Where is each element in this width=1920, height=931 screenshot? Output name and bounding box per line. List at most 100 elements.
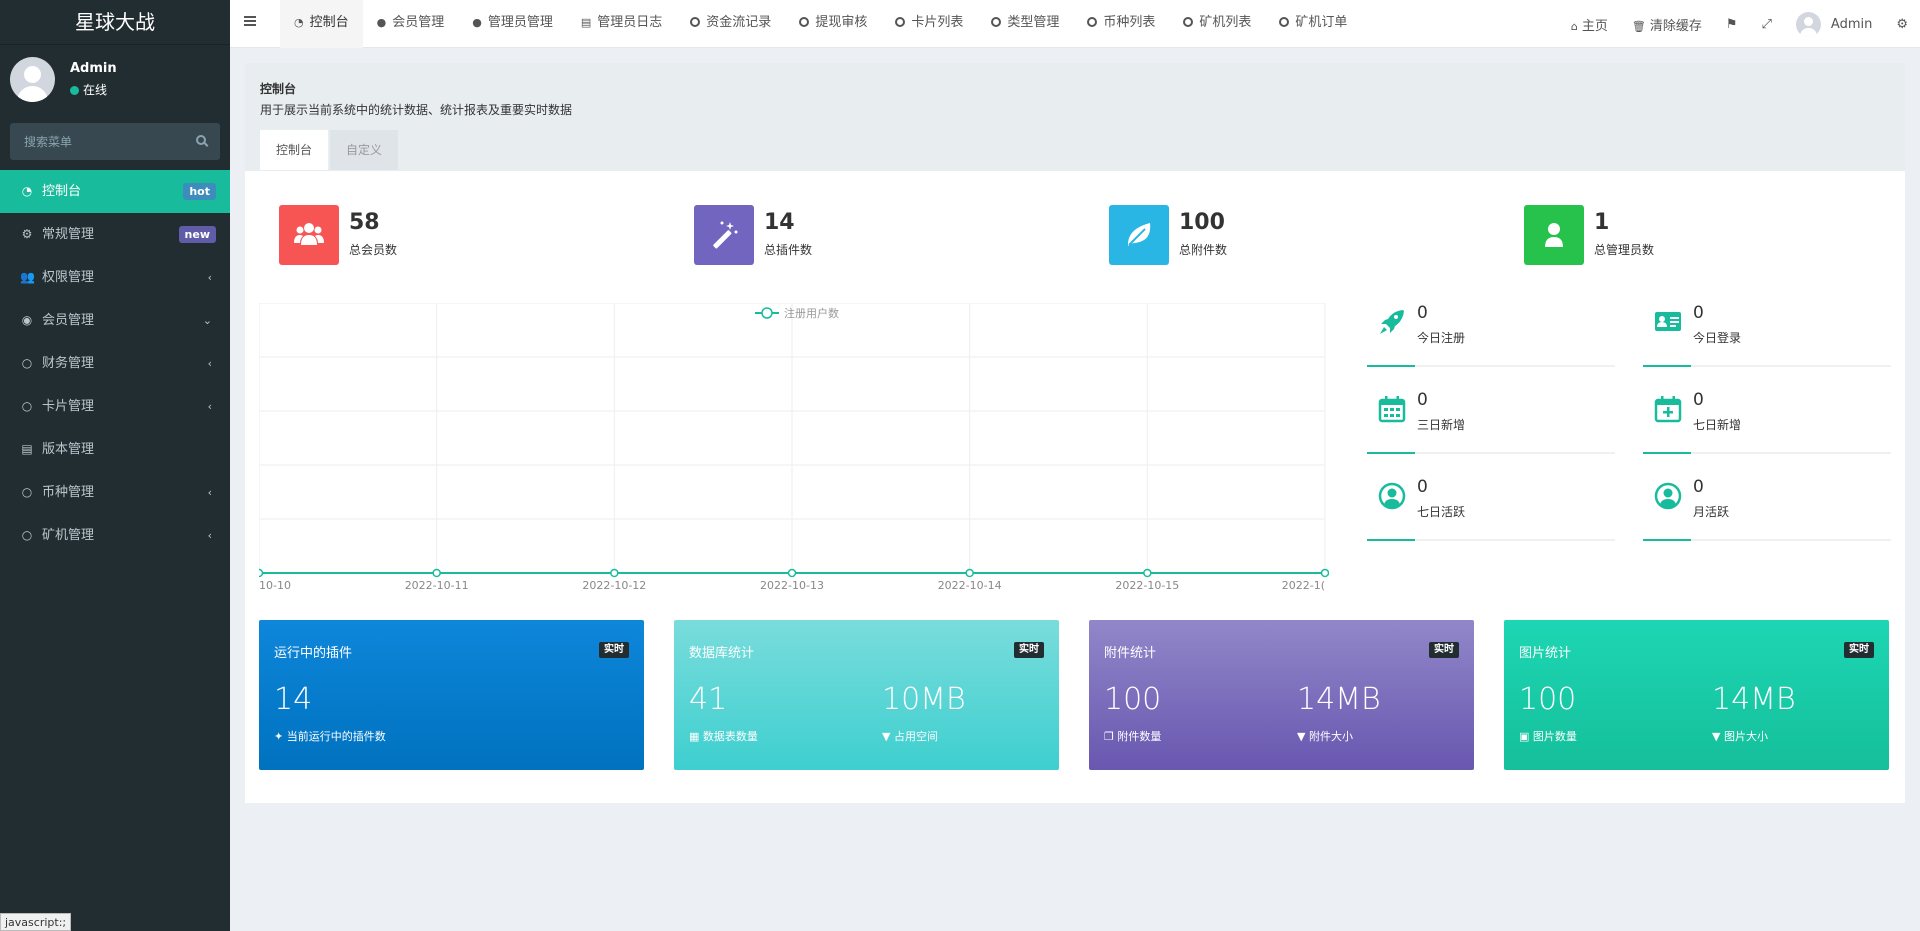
x-tick-label: 2022-10-11 [405,579,469,592]
menu-search-input[interactable] [10,123,220,160]
sidebar-item-auth[interactable]: 👥 权限管理 ‹ [0,256,230,299]
tab-dashboard[interactable]: ◔ 控制台 [280,0,363,48]
mini-stat-bar [1367,539,1415,541]
tab-dashboard-panel[interactable]: 控制台 [260,130,329,170]
chevron-left-icon: ‹ [207,529,212,542]
mini-stat-bar [1367,365,1415,367]
sidebar-item-label: 常规管理 [42,227,95,242]
chevron-left-icon: ‹ [207,400,212,413]
tab-fund-flow[interactable]: 资金流记录 [676,0,785,48]
home-icon: ⌂ [1570,19,1578,33]
avatar [10,57,55,102]
tab-type[interactable]: 类型管理 [977,0,1073,48]
data-point [965,568,974,578]
mini-stat-value: 0 [1693,390,1704,410]
sidebar: 星球大战 Admin 在线 ◔ 控制台 hot ⚙ 常规管理 new 👥 权限管理 ‹… [0,0,230,931]
tab-card-list[interactable]: 卡片列表 [881,0,977,48]
card-value-2: 10MB [882,682,966,717]
search-icon[interactable] [196,135,206,145]
sidebar-item-version[interactable]: ▤ 版本管理 [0,428,230,471]
realtime-badge: 实时 [1844,642,1874,658]
card-sub-2: ▼ 附件大小 [1297,728,1353,744]
card-database: 数据库统计 实时 41 ▦ 数据表数量 10MB ▼ 占用空间 [674,620,1059,770]
card-sub-label: 附件数量 [1117,730,1162,743]
sidebar-item-dashboard[interactable]: ◔ 控制台 hot [0,170,230,213]
home-label: 主页 [1581,18,1608,34]
main-content: 控制台 用于展示当前系统中的统计数据、统计报表及重要实时数据 控制台 自定义 5… [245,63,1905,803]
tab-custom[interactable]: 自定义 [330,130,399,170]
realtime-badge: 实时 [1014,642,1044,658]
tab-admin-log[interactable]: ▤ 管理员日志 [567,0,676,48]
sidebar-item-currency[interactable]: ○ 币种管理 ‹ [0,471,230,514]
realtime-badge: 实时 [1429,642,1459,658]
tab-withdraw[interactable]: 提现审核 [785,0,881,48]
sidebar-item-label: 控制台 [42,184,82,199]
language-icon: ⚑ [1725,16,1738,32]
clear-cache-label: 清除缓存 [1649,18,1702,34]
menu-toggle-icon[interactable] [244,16,256,28]
circle-icon [895,17,906,27]
tab-label: 会员管理 [392,15,445,30]
sidebar-item-general[interactable]: ⚙ 常规管理 new [0,213,230,256]
card-value: 100 [1519,682,1577,717]
settings-button[interactable]: ⚙ [1884,17,1920,32]
sidebar-item-miner[interactable]: ○ 矿机管理 ‹ [0,514,230,557]
language-button[interactable]: ⚑ [1714,17,1750,32]
status-bar: javascript:; [0,913,72,931]
attachments-icon-box [1109,205,1169,265]
stat-value: 100 [1179,210,1225,235]
members-icon-box [279,205,339,265]
circle-icon [991,17,1002,27]
user-circle-icon [1378,482,1406,510]
card-value-2: 14MB [1297,682,1381,717]
data-point [610,568,619,578]
user-panel: Admin 在线 [0,45,230,115]
tab-label: 币种列表 [1103,15,1156,30]
image-icon: ▣ [1519,730,1533,743]
file-icon: ▤ [21,442,33,456]
tab-miner-list[interactable]: 矿机列表 [1169,0,1265,48]
stat-admins: 1 总管理员数 [1524,205,1884,267]
mini-stat-value: 0 [1417,477,1428,497]
tab-label: 资金流记录 [706,15,772,30]
card-value: 100 [1104,682,1162,717]
stat-label: 总附件数 [1179,243,1228,257]
sidebar-item-finance[interactable]: ○ 财务管理 ‹ [0,342,230,385]
registration-chart: 10-10 2022-10-11 2022-10-12 2022-10-13 2022-… [259,303,1329,592]
chevron-down-icon: ⌄ [202,314,212,327]
home-link[interactable]: ⌂ 主页 [1559,15,1620,34]
card-title: 图片统计 [1519,646,1572,661]
data-point [432,568,441,578]
tab-label: 矿机列表 [1199,15,1252,30]
filter-icon: ▼ [1712,730,1724,743]
tab-miner-order[interactable]: 矿机订单 [1265,0,1361,48]
tab-currency-list[interactable]: 币种列表 [1073,0,1169,48]
user-status-label: 在线 [83,83,108,97]
user-icon: ● [472,16,482,29]
sidebar-item-member[interactable]: ◉ 会员管理 ⌄ [0,299,230,342]
user-menu[interactable]: Admin [1784,11,1884,37]
sidebar-item-label: 会员管理 [42,313,95,328]
sidebar-item-label: 版本管理 [42,442,95,457]
sidebar-item-label: 卡片管理 [42,399,95,414]
app-logo[interactable]: 星球大战 [0,0,230,45]
chevron-left-icon: ‹ [207,486,212,499]
sidebar-item-card[interactable]: ○ 卡片管理 ‹ [0,385,230,428]
stat-members: 58 总会员数 [279,205,639,267]
card-sub: ✦ 当前运行中的插件数 [274,728,386,744]
stat-value: 58 [349,210,380,235]
expand-icon: ⤢ [1761,16,1772,32]
circle-icon: ○ [21,528,33,542]
mini-stat-bar [1643,539,1691,541]
x-tick-label: 10-10 [259,579,291,592]
tab-admin[interactable]: ● 管理员管理 [458,0,567,48]
card-sub-label: 附件大小 [1308,730,1353,743]
fullscreen-button[interactable]: ⤢ [1750,17,1784,32]
tab-member[interactable]: ● 会员管理 [363,0,459,48]
nav-tabs: ◔ 控制台 ● 会员管理 ● 管理员管理 ▤ 管理员日志 资金流记录 提现审核 卡片列表… [280,0,1361,48]
data-point [1320,568,1329,578]
plugins-icon-box [694,205,754,265]
card-sub: ❐ 附件数量 [1104,728,1161,744]
page-description: 用于展示当前系统中的统计数据、统计报表及重要实时数据 [260,103,573,117]
clear-cache-button[interactable]: 🗑 清除缓存 [1620,15,1714,34]
